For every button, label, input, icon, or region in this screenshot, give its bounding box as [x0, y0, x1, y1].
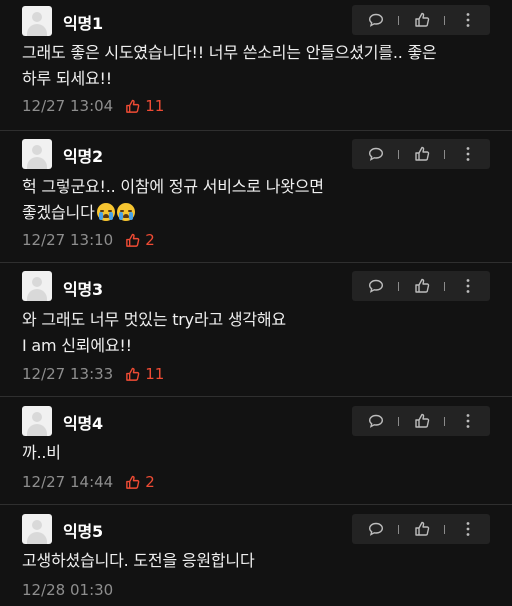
like-button[interactable]: [404, 5, 440, 35]
vertical-ellipsis-icon: [466, 279, 470, 293]
crying-face-emoji: [96, 203, 115, 221]
comment-meta: 12/27 13:04 11: [22, 97, 164, 115]
crying-face-emoji: [116, 203, 135, 221]
comment-actions: [352, 5, 490, 35]
comment-actions: [352, 514, 490, 544]
avatar: [22, 271, 52, 301]
comment-item: 익명3 와 그래도 너무 멋있는 try라고 생각해요 I am 신뢰에요!! 1…: [0, 263, 512, 396]
comment-meta: 12/27 13:10 2: [22, 231, 155, 249]
like-button[interactable]: [404, 139, 440, 169]
reply-button[interactable]: [358, 139, 394, 169]
vertical-ellipsis-icon: [466, 13, 470, 27]
thumbs-up-icon: [126, 367, 140, 381]
thumbs-up-icon: [126, 99, 140, 113]
comment-actions: [352, 406, 490, 436]
comment-item: 익명1 그래도 좋은 시도였습니다!! 너무 쓴소리는 안들으셨기를.. 좋은 하…: [0, 0, 512, 130]
more-button[interactable]: [450, 5, 486, 35]
avatar: [22, 139, 52, 169]
comment-timestamp: 12/27 14:44: [22, 473, 114, 491]
like-count: 2: [125, 231, 155, 249]
avatar: [22, 514, 52, 544]
comment-text: 그래도 좋은 시도였습니다!! 너무 쓴소리는 안들으셨기를.. 좋은 하루 되세…: [22, 43, 437, 88]
like-button[interactable]: [404, 514, 440, 544]
reply-button[interactable]: [358, 406, 394, 436]
comment-timestamp: 12/28 01:30: [22, 581, 114, 599]
like-button[interactable]: [404, 406, 440, 436]
thumbs-up-icon: [126, 233, 140, 247]
comment-text: 와 그래도 너무 멋있는 try라고 생각해요 I am 신뢰에요!!: [22, 310, 286, 355]
reply-button[interactable]: [358, 5, 394, 35]
avatar: [22, 406, 52, 436]
comment-text: 헉 그렇군요!.. 이참에 정규 서비스로 나왓으면 좋겠습니다: [22, 177, 324, 222]
comment-meta: 12/27 14:44 2: [22, 473, 155, 491]
more-button[interactable]: [450, 406, 486, 436]
comment-item: 익명2 헉 그렇군요!.. 이참에 정규 서비스로 나왓으면 좋겠습니다 12/2…: [0, 131, 512, 262]
comment-item: 익명4 까..비 12/27 14:44 2: [0, 397, 512, 504]
thumbs-up-icon: [415, 413, 430, 428]
reply-button[interactable]: [358, 514, 394, 544]
comment-timestamp: 12/27 13:10: [22, 231, 114, 249]
comment-author: 익명4: [63, 414, 103, 433]
speech-bubble-icon: [368, 414, 384, 428]
like-button[interactable]: [404, 271, 440, 301]
comment-author: 익명3: [63, 280, 103, 299]
speech-bubble-icon: [368, 147, 384, 161]
vertical-ellipsis-icon: [466, 522, 470, 536]
thumbs-up-icon: [415, 146, 430, 161]
more-button[interactable]: [450, 514, 486, 544]
comment-timestamp: 12/27 13:33: [22, 365, 114, 383]
thumbs-up-icon: [415, 521, 430, 536]
like-count: 2: [125, 473, 155, 491]
thumbs-up-icon: [126, 475, 140, 489]
comment-item: 익명5 고생하셨습니다. 도전을 응원합니다 12/28 01:30: [0, 505, 512, 606]
speech-bubble-icon: [368, 13, 384, 27]
comment-author: 익명5: [63, 522, 103, 541]
like-count: 11: [125, 97, 164, 115]
speech-bubble-icon: [368, 279, 384, 293]
thumbs-up-icon: [415, 12, 430, 27]
more-button[interactable]: [450, 139, 486, 169]
comment-author: 익명1: [63, 14, 103, 33]
comment-text: 까..비: [22, 443, 61, 462]
thumbs-up-icon: [415, 278, 430, 293]
reply-button[interactable]: [358, 271, 394, 301]
comment-timestamp: 12/27 13:04: [22, 97, 114, 115]
comment-actions: [352, 271, 490, 301]
more-button[interactable]: [450, 271, 486, 301]
speech-bubble-icon: [368, 522, 384, 536]
comment-meta: 12/27 13:33 11: [22, 365, 164, 383]
vertical-ellipsis-icon: [466, 414, 470, 428]
like-count: 11: [125, 365, 164, 383]
comment-text: 고생하셨습니다. 도전을 응원합니다: [22, 551, 255, 570]
avatar: [22, 6, 52, 36]
comment-author: 익명2: [63, 147, 103, 166]
comment-meta: 12/28 01:30: [22, 581, 113, 599]
comment-actions: [352, 139, 490, 169]
vertical-ellipsis-icon: [466, 147, 470, 161]
